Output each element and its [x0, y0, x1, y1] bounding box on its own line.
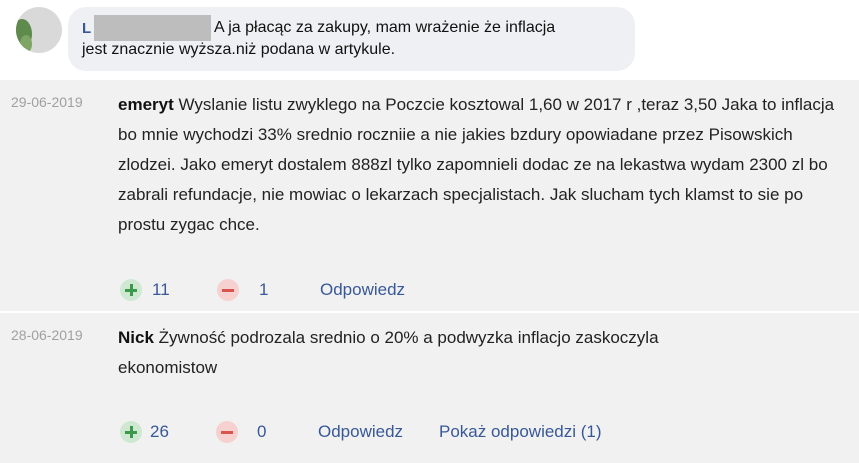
minus-icon[interactable]	[216, 421, 238, 443]
upvote-count: 11	[152, 280, 170, 299]
comment-body: Nick Żywność podrozala srednio o 20% a p…	[118, 323, 758, 383]
reply-text-line-2: jest znacznie wyższa.niż podana w artyku…	[82, 41, 396, 58]
comment-author: emeryt	[118, 95, 174, 114]
reply-author[interactable]: L	[82, 20, 91, 37]
downvote-count: 0	[257, 422, 267, 441]
plus-icon[interactable]	[120, 421, 142, 443]
plus-icon[interactable]	[120, 279, 142, 301]
reply-text-line-1: A ja płacąc za zakupy, mam wrażenie że i…	[214, 19, 556, 36]
comment-text: Wyslanie listu zwyklego na Poczcie koszt…	[118, 95, 835, 234]
comment-body: emeryt Wyslanie listu zwyklego na Poczci…	[118, 90, 838, 240]
comment-date: 28-06-2019	[11, 327, 83, 343]
comment-text: Żywność podrozala srednio o 20% a podwyz…	[118, 328, 659, 377]
redacted-author-name	[94, 15, 211, 41]
downvote-count: 1	[259, 280, 269, 299]
reply-bubble: L A ja płacąc za zakupy, mam wrażenie że…	[68, 7, 635, 71]
reply-button[interactable]: Odpowiedz	[320, 280, 405, 300]
comment-item: 29-06-2019 emeryt Wyslanie listu zwykleg…	[0, 80, 859, 311]
avatar-image-detail	[20, 35, 32, 53]
show-replies-button[interactable]: Pokaż odpowiedzi (1)	[439, 422, 602, 442]
comment-author: Nick	[118, 328, 154, 347]
reply-item: L A ja płacąc za zakupy, mam wrażenie że…	[0, 0, 859, 78]
comment-date: 29-06-2019	[11, 94, 83, 110]
avatar[interactable]	[16, 7, 62, 53]
upvote-count: 26	[150, 422, 169, 441]
reply-button[interactable]: Odpowiedz	[318, 422, 403, 442]
minus-icon[interactable]	[217, 279, 239, 301]
comment-item: 28-06-2019 Nick Żywność podrozala sredni…	[0, 313, 859, 463]
